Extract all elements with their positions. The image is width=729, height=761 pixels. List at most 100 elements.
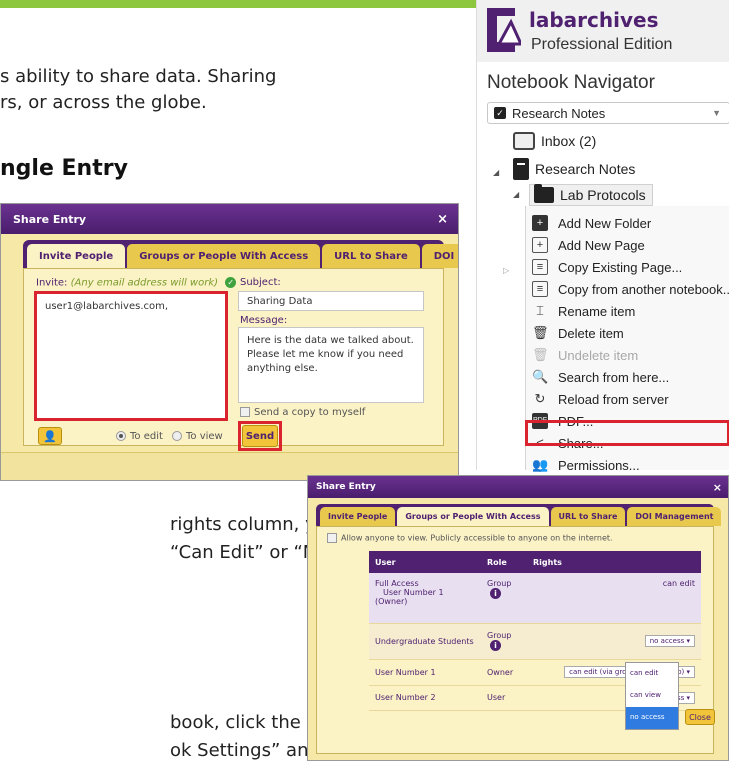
radio-to-view-label: To view xyxy=(186,431,223,442)
tab-doi-management[interactable]: DOI Management xyxy=(627,507,722,526)
expand-triangle-icon[interactable]: ◢ xyxy=(513,190,519,199)
expand-triangle-icon[interactable]: ◢ xyxy=(493,168,499,177)
rights-select[interactable]: no access ▾ xyxy=(644,635,695,647)
doc-line-4: “Can Edit” or “No xyxy=(170,542,328,563)
navigator-title: Notebook Navigator xyxy=(487,72,655,93)
column-header-user: User xyxy=(369,551,481,573)
column-header-role: Role xyxy=(481,551,527,573)
invite-highlight-box xyxy=(34,291,228,421)
info-icon[interactable]: i xyxy=(490,588,501,599)
tab-doi-management[interactable]: DOI Management xyxy=(421,244,458,268)
radio-to-edit-label: To edit xyxy=(130,431,163,442)
radio-to-view-input[interactable] xyxy=(172,431,182,441)
tab-invite-people[interactable]: Invite People xyxy=(320,507,396,526)
allow-public-row[interactable]: Allow anyone to view. Publicly accessibl… xyxy=(327,533,613,543)
menu-reload-from-server[interactable]: ↻ Reload from server xyxy=(532,388,669,410)
brand-name: labarchives xyxy=(529,8,659,32)
role-cell: User xyxy=(481,685,527,711)
tree-item-research-notes[interactable]: Research Notes xyxy=(513,158,635,180)
inbox-icon xyxy=(513,132,535,150)
copy-page-icon: ≡ xyxy=(532,259,548,275)
radio-to-view[interactable]: To view xyxy=(172,431,223,442)
menu-search-from-here[interactable]: 🔍 Search from here... xyxy=(532,366,669,388)
doc-line-1: s ability to share data. Sharing xyxy=(0,66,277,87)
rights-dropdown-menu: can edit can view no access xyxy=(625,662,679,730)
subject-field[interactable]: Sharing Data xyxy=(238,291,424,311)
menu-copy-from-another-notebook[interactable]: ≡ Copy from another notebook... xyxy=(532,278,729,300)
tree-item-inbox[interactable]: Inbox (2) xyxy=(513,132,596,150)
reload-icon: ↻ xyxy=(534,391,546,406)
copy-to-myself-row[interactable]: Send a copy to myself xyxy=(240,407,365,418)
message-label: Message: xyxy=(240,315,288,326)
add-person-icon: 👤 xyxy=(43,429,57,443)
radio-to-edit[interactable]: To edit xyxy=(116,431,163,442)
dropdown-option-can-edit[interactable]: can edit xyxy=(626,663,678,685)
role-cell: Groupi xyxy=(481,573,527,624)
menu-permissions[interactable]: 👥 Permissions... xyxy=(532,454,640,476)
table-row: Full Access User Number 1 (Owner) Groupi… xyxy=(369,573,701,624)
send-highlight-box xyxy=(238,421,282,451)
chevron-down-icon: ▼ xyxy=(712,108,721,118)
user-cell: User Number 2 xyxy=(369,685,481,711)
collapsed-triangle-icon[interactable]: ▷ xyxy=(503,266,509,275)
doc-line-2: rs, or across the globe. xyxy=(0,92,207,113)
copy-to-myself-label: Send a copy to myself xyxy=(254,407,366,418)
rights-text: can edit xyxy=(662,579,695,588)
dropdown-option-no-access[interactable]: no access xyxy=(626,707,678,729)
tab-groups-people-access[interactable]: Groups or People With Access xyxy=(127,244,321,268)
dialog-tabs: Invite People Groups or People With Acce… xyxy=(23,240,458,268)
invite-hint: (Any email address will work) xyxy=(70,277,219,289)
labarchives-logo-icon xyxy=(487,8,521,52)
folder-icon xyxy=(534,184,554,203)
menu-add-new-folder[interactable]: + Add New Folder xyxy=(532,212,651,234)
role-cell: Owner xyxy=(481,659,527,686)
menu-add-new-page[interactable]: + Add New Page xyxy=(532,234,645,256)
copy-notebook-icon: ≡ xyxy=(532,281,548,297)
notebook-select-value: Research Notes xyxy=(512,105,606,121)
tab-url-to-share[interactable]: URL to Share xyxy=(550,507,626,526)
tab-invite-people[interactable]: Invite People xyxy=(27,244,126,268)
menu-delete-item[interactable]: 🗑 Delete item xyxy=(532,322,624,344)
close-icon[interactable]: × xyxy=(437,212,448,227)
table-header-row: User Role Rights xyxy=(369,551,701,573)
dialog-titlebar: Share Entry × xyxy=(1,204,458,234)
search-icon: 🔍 xyxy=(532,369,549,384)
permissions-icon: 👥 xyxy=(532,457,549,472)
menu-label: Permissions... xyxy=(558,457,640,473)
dropdown-option-can-view[interactable]: can view xyxy=(626,685,678,707)
copy-to-myself-checkbox[interactable] xyxy=(240,407,250,417)
notebook-select[interactable]: ✓ Research Notes ▼ xyxy=(487,102,729,124)
menu-label: Reload from server xyxy=(558,391,669,407)
research-notes-label: Research Notes xyxy=(535,161,636,177)
info-icon[interactable]: i xyxy=(490,640,501,651)
check-circle-icon: ✓ xyxy=(225,277,237,288)
doc-heading: ngle Entry xyxy=(0,156,128,181)
tree-item-lab-protocols[interactable]: Lab Protocols xyxy=(529,184,653,206)
menu-label: Add New Page xyxy=(558,237,645,253)
tab-url-to-share[interactable]: URL to Share xyxy=(322,244,420,268)
undelete-icon: 🗑 xyxy=(532,347,549,362)
radio-to-edit-input[interactable] xyxy=(116,431,126,441)
close-button[interactable]: Close xyxy=(685,709,715,725)
dialog-title: Share Entry xyxy=(13,212,87,226)
tab-groups-people-access[interactable]: Groups or People With Access xyxy=(397,507,549,526)
user-member: User Number 1 xyxy=(383,588,444,597)
add-page-icon: + xyxy=(532,237,548,253)
menu-copy-existing-page[interactable]: ≡ Copy Existing Page... xyxy=(532,256,682,278)
user-name: Full Access xyxy=(375,579,419,588)
navigator-header: labarchives Professional Edition xyxy=(477,0,729,62)
menu-label: Delete item xyxy=(558,325,624,341)
close-icon[interactable]: × xyxy=(713,481,722,494)
message-field[interactable]: Here is the data we talked about. Please… xyxy=(238,327,424,403)
notebook-icon xyxy=(513,158,529,180)
add-user-button[interactable]: 👤 xyxy=(38,427,62,445)
invite-label: Invite: xyxy=(36,277,68,289)
menu-rename-item[interactable]: ⌶ Rename item xyxy=(532,300,635,322)
allow-public-checkbox[interactable] xyxy=(327,533,337,543)
lab-protocols-label: Lab Protocols xyxy=(560,187,646,203)
rights-cell: no access ▾ xyxy=(527,623,701,660)
add-folder-icon: + xyxy=(532,215,548,231)
brand-edition: Professional Edition xyxy=(531,36,673,53)
groups-pane: Allow anyone to view. Publicly accessibl… xyxy=(316,526,715,754)
column-header-rights: Rights xyxy=(527,551,701,573)
